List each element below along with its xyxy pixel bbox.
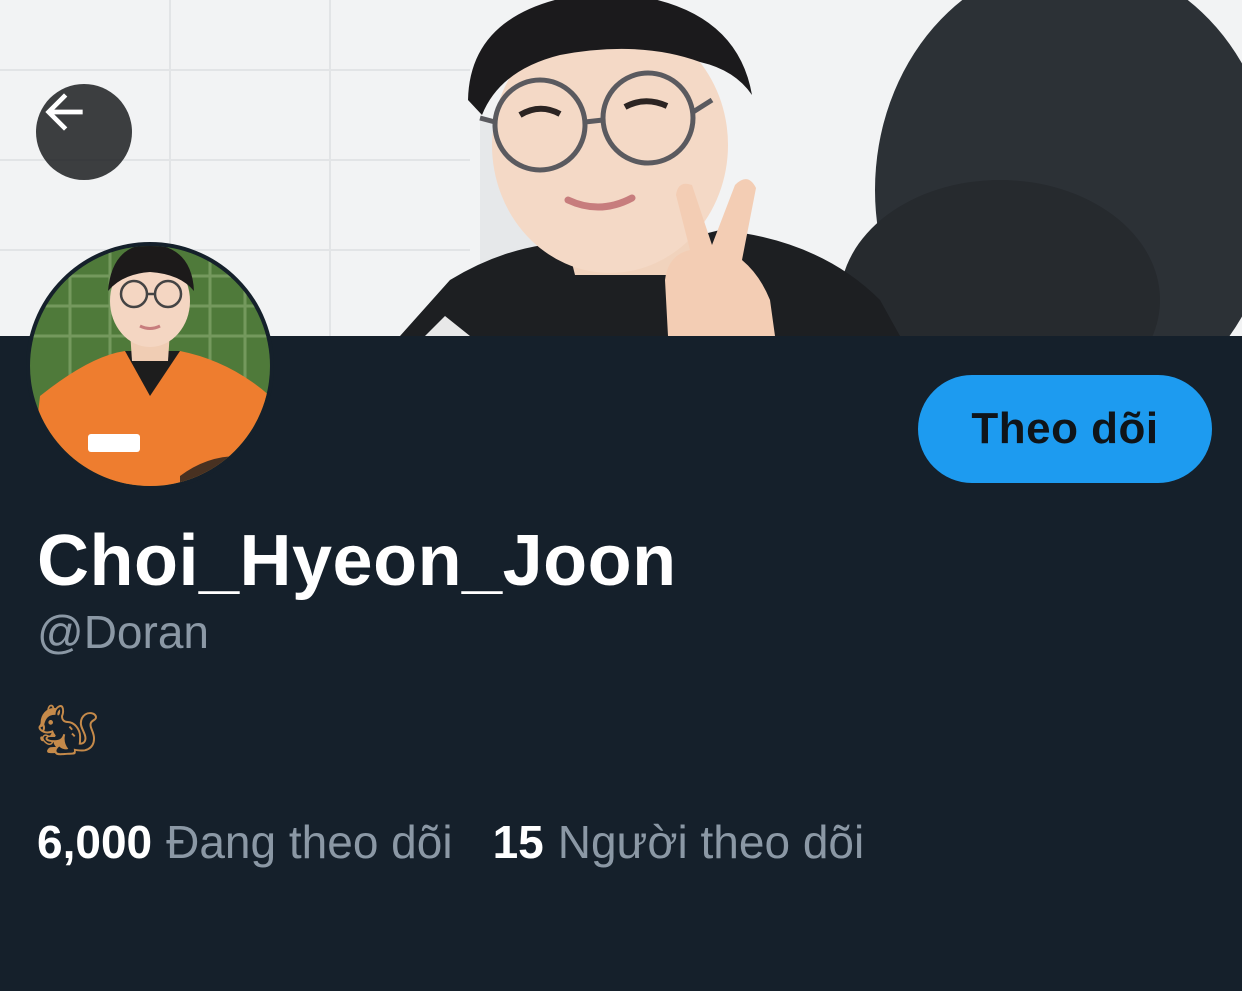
- display-name: Choi_Hyeon_Joon: [37, 521, 677, 601]
- avatar-photo: [30, 246, 270, 486]
- followers-label: Người theo dõi: [557, 816, 865, 868]
- avatar[interactable]: [26, 242, 274, 490]
- user-handle: @Doran: [37, 606, 209, 658]
- follow-button[interactable]: Theo dõi: [918, 375, 1212, 483]
- arrow-left-icon: [45, 93, 83, 131]
- followers-stat-link[interactable]: 15 Người theo dõi: [493, 812, 865, 872]
- back-button[interactable]: [36, 84, 132, 180]
- follow-stats: 6,000 Đang theo dõi 15 Người theo dõi: [37, 812, 864, 872]
- following-stat-link[interactable]: 6,000 Đang theo dõi: [37, 812, 453, 872]
- following-count: 6,000: [37, 816, 153, 868]
- following-label: Đang theo dõi: [166, 816, 453, 868]
- profile-page: Theo dõi Choi_Hyeon_Joon @Doran 🐿 6,000 …: [0, 0, 1242, 991]
- followers-count: 15: [492, 816, 544, 868]
- profile-bio: 🐿: [36, 701, 100, 759]
